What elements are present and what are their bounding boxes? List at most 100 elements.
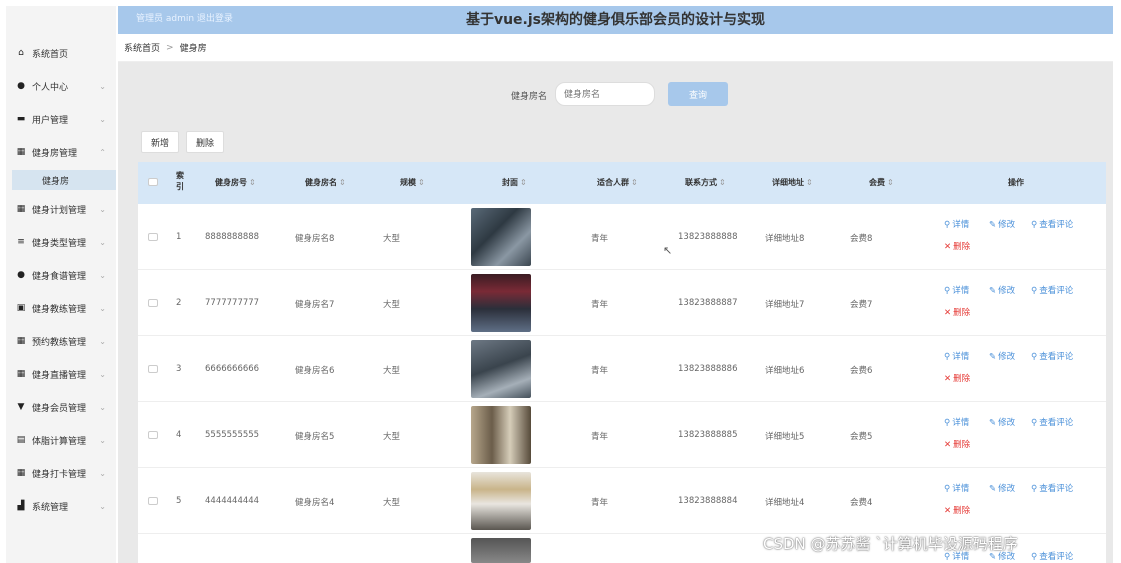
- sidebar-item-label: 用户管理: [32, 115, 69, 126]
- user-icon: ●: [17, 81, 25, 91]
- search-button[interactable]: 查询: [668, 82, 728, 106]
- row-checkbox[interactable]: [148, 497, 158, 505]
- add-button[interactable]: 新增: [141, 131, 179, 153]
- sidebar-item-gym[interactable]: ▦ 健身房管理 ⌃: [6, 141, 116, 163]
- sidebar-item-recipe[interactable]: ● 健身食谱管理 ⌄: [6, 264, 116, 286]
- detail-label: 详情: [952, 484, 970, 494]
- sidebar-subitem-gym[interactable]: 健身房: [12, 170, 116, 190]
- edit-label: 修改: [998, 418, 1016, 428]
- edit-button[interactable]: ✎ 修改: [989, 416, 1015, 428]
- review-button[interactable]: ⚲ 查看评论: [1031, 350, 1073, 362]
- sidebar-item-checkin[interactable]: ▦ 健身打卡管理 ⌄: [6, 462, 116, 484]
- review-button[interactable]: ⚲ 查看评论: [1031, 284, 1073, 296]
- detail-button[interactable]: ⚲ 详情: [944, 482, 969, 494]
- review-button[interactable]: ⚲ 查看评论: [1031, 482, 1073, 494]
- grid-icon: ▦: [16, 336, 26, 346]
- sidebar-item-coach[interactable]: ▣ 健身教练管理 ⌄: [6, 297, 116, 319]
- edit-label: 修改: [998, 352, 1016, 362]
- cell-fee: 会费7: [850, 300, 873, 310]
- edit-icon: ✎: [989, 286, 997, 296]
- review-button[interactable]: ⚲ 查看评论: [1031, 218, 1073, 230]
- edit-button[interactable]: ✎ 修改: [989, 482, 1015, 494]
- row-delete-button[interactable]: ✕ 删除: [944, 504, 970, 516]
- sidebar-item-type[interactable]: ≡ 健身类型管理 ⌄: [6, 231, 116, 253]
- header-scale[interactable]: 规模 ⇕: [400, 177, 425, 188]
- search-icon: ⚲: [944, 220, 951, 230]
- row-delete-button[interactable]: ✕ 删除: [944, 438, 970, 450]
- sidebar-item-label: 系统首页: [32, 49, 69, 60]
- table-header: 索 引 健身房号 ⇕ 健身房名 ⇕ 规模 ⇕ 封面 ⇕ 适合人群 ⇕ 联系方式 ⇕ 详细地址…: [138, 162, 1106, 204]
- row-checkbox[interactable]: [148, 365, 158, 373]
- search-icon: ⚲: [944, 352, 951, 362]
- chevron-down-icon: ⌄: [99, 270, 106, 280]
- grid-icon: ▦: [16, 147, 26, 157]
- review-label: 查看评论: [1039, 352, 1074, 362]
- sidebar-item-live[interactable]: ▦ 健身直播管理 ⌄: [6, 363, 116, 385]
- delete-label: 删除: [953, 440, 971, 450]
- detail-button[interactable]: ⚲ 详情: [944, 416, 969, 428]
- header-label: 规模: [400, 178, 416, 187]
- select-all-checkbox[interactable]: [148, 178, 158, 186]
- row-delete-button[interactable]: ✕ 删除: [944, 306, 970, 318]
- row-checkbox[interactable]: [148, 233, 158, 241]
- cover-image: [471, 406, 531, 464]
- detail-button[interactable]: ⚲ 详情: [944, 284, 969, 296]
- row-delete-button[interactable]: ✕ 删除: [944, 240, 970, 252]
- sidebar-item-personal[interactable]: ● 个人中心 ⌄: [6, 75, 116, 97]
- cell-number: 5555555555: [205, 430, 260, 440]
- header-label: 详细地址: [772, 178, 804, 187]
- cell-number: 8888888888: [205, 232, 260, 242]
- header-cover[interactable]: 封面 ⇕: [502, 177, 527, 188]
- cell-crowd: 青年: [591, 498, 609, 508]
- edit-button[interactable]: ✎ 修改: [989, 218, 1015, 230]
- table-row: 1 8888888888 健身房名8 大型 青年 13823888888 详细地…: [138, 204, 1106, 270]
- delete-label: 删除: [953, 374, 971, 384]
- row-checkbox[interactable]: [148, 431, 158, 439]
- header-crowd[interactable]: 适合人群 ⇕: [597, 177, 638, 188]
- search-input[interactable]: [555, 82, 655, 106]
- cell-index: 4: [176, 430, 182, 440]
- cell-number: 6666666666: [205, 364, 260, 374]
- app-window: ⌂ 系统首页 ● 个人中心 ⌄ ▬ 用户管理 ⌄ ▦ 健身房管理 ⌃ 健身房 ▦…: [0, 0, 1121, 563]
- card-icon: ▣: [16, 303, 26, 313]
- sidebar-item-system[interactable]: ▟ 系统管理 ⌄: [6, 495, 116, 517]
- sidebar-item-member[interactable]: ▼ 健身会员管理 ⌄: [6, 396, 116, 418]
- header-number[interactable]: 健身房号 ⇕: [215, 177, 256, 188]
- edit-icon: ✎: [989, 220, 997, 230]
- review-button[interactable]: ⚲ 查看评论: [1031, 550, 1073, 562]
- breadcrumb-separator: >: [166, 42, 174, 53]
- cell-scale: 大型: [383, 366, 401, 376]
- header-label: 联系方式: [685, 178, 717, 187]
- edit-button[interactable]: ✎ 修改: [989, 284, 1015, 296]
- delete-button[interactable]: 删除: [186, 131, 224, 153]
- sidebar-item-home[interactable]: ⌂ 系统首页: [6, 42, 116, 64]
- review-label: 查看评论: [1039, 552, 1074, 562]
- detail-button[interactable]: ⚲ 详情: [944, 350, 969, 362]
- header-name[interactable]: 健身房名 ⇕: [305, 177, 346, 188]
- cell-address: 详细地址4: [765, 498, 805, 508]
- sidebar-item-label: 健身类型管理: [32, 238, 87, 249]
- sort-icon: ⇕: [806, 178, 813, 187]
- header-index-line1: 索: [176, 171, 184, 180]
- review-button[interactable]: ⚲ 查看评论: [1031, 416, 1073, 428]
- users-icon: ▬: [16, 114, 26, 124]
- edit-button[interactable]: ✎ 修改: [989, 350, 1015, 362]
- header-fee[interactable]: 会费 ⇕: [869, 177, 894, 188]
- chevron-down-icon: ⌄: [99, 369, 106, 379]
- row-delete-button[interactable]: ✕ 删除: [944, 372, 970, 384]
- sidebar-item-plan[interactable]: ▦ 健身计划管理 ⌄: [6, 198, 116, 220]
- header-contact[interactable]: 联系方式 ⇕: [685, 177, 726, 188]
- breadcrumb-current: 健身房: [179, 44, 207, 54]
- chevron-down-icon: ⌄: [99, 402, 106, 412]
- search-icon: ⚲: [1031, 418, 1038, 428]
- breadcrumb-home[interactable]: 系统首页: [124, 41, 160, 54]
- sidebar-item-users[interactable]: ▬ 用户管理 ⌄: [6, 108, 116, 130]
- sidebar-item-label: 健身直播管理: [32, 370, 87, 381]
- detail-button[interactable]: ⚲ 详情: [944, 218, 969, 230]
- cell-index: 5: [176, 496, 182, 506]
- header-label: 适合人群: [597, 178, 629, 187]
- header-address[interactable]: 详细地址 ⇕: [772, 177, 813, 188]
- sidebar-item-booking[interactable]: ▦ 预约教练管理 ⌄: [6, 330, 116, 352]
- sidebar-item-bodyfat[interactable]: ▤ 体脂计算管理 ⌄: [6, 429, 116, 451]
- row-checkbox[interactable]: [148, 299, 158, 307]
